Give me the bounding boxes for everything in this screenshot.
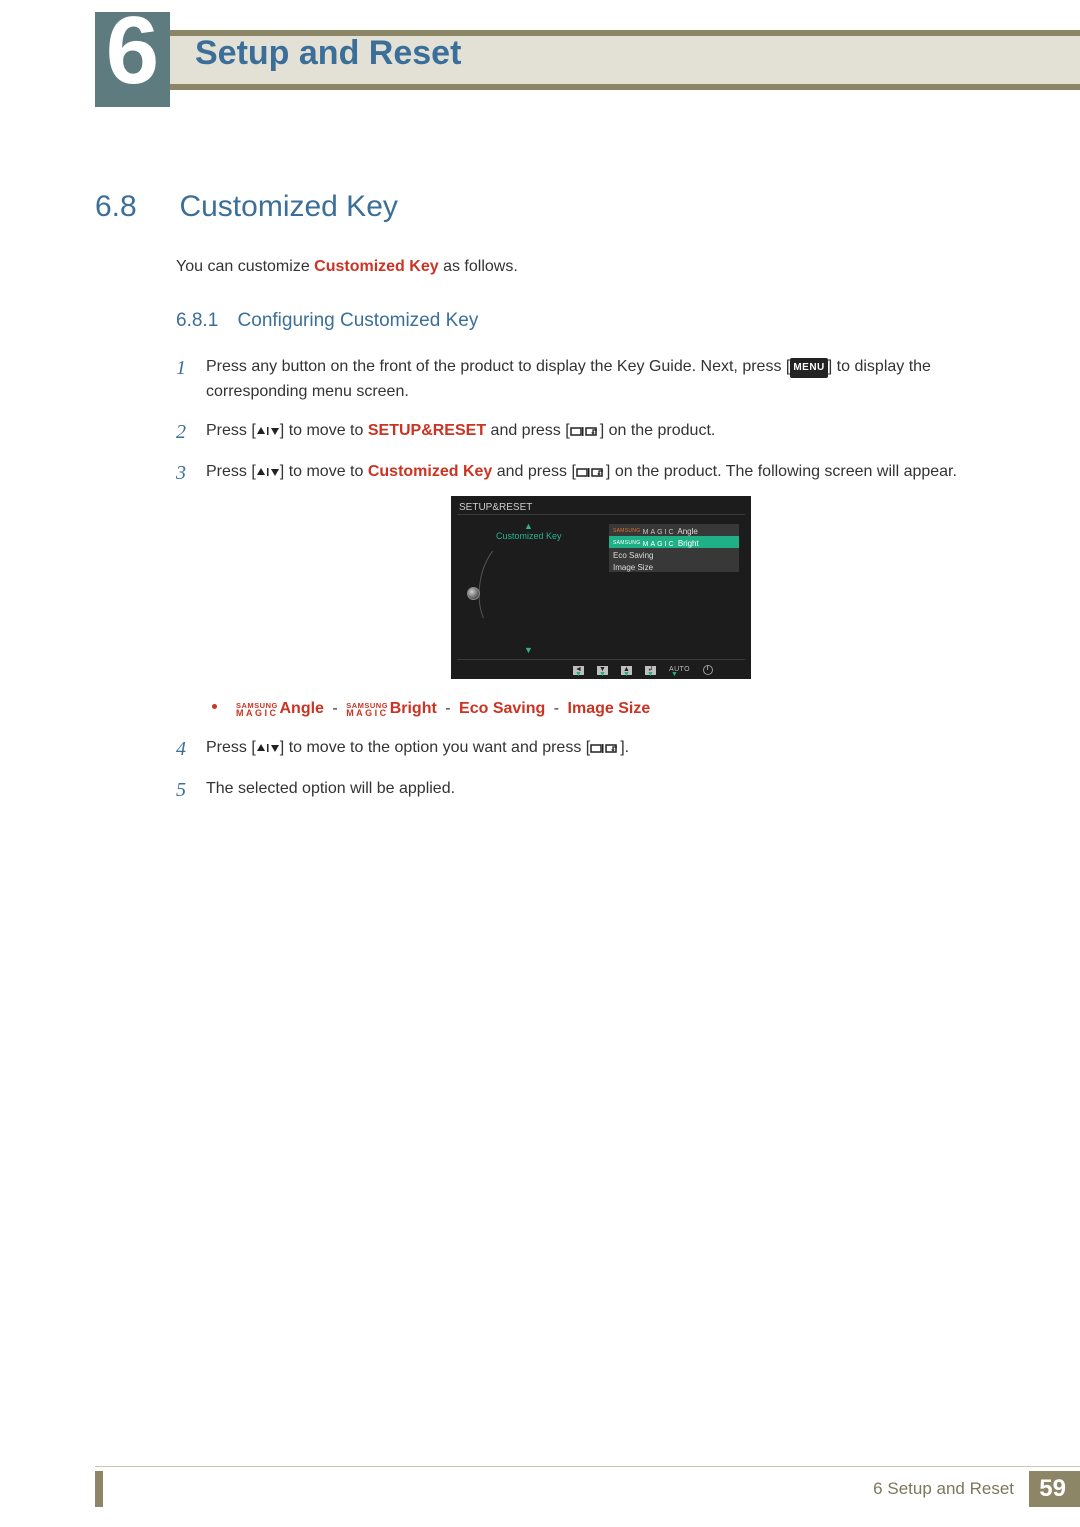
intro-paragraph: You can customize Customized Key as foll… xyxy=(176,255,996,280)
magic-prefix-angle: SAMSUNG MAGIC xyxy=(236,703,279,718)
step-2-text-d: ] on the product. xyxy=(600,422,716,439)
subsection-heading: 6.8.1 Configuring Customized Key xyxy=(176,306,996,335)
osd-jog-icon xyxy=(465,570,505,610)
menu-button-icon: MENU xyxy=(790,358,827,378)
step-4-text-b: ] to move to the option you want and pre… xyxy=(280,739,590,756)
option-image-size: Image Size xyxy=(568,700,651,717)
step-3-text-a: Press [ xyxy=(206,463,256,480)
osd-option-eco: Eco Saving xyxy=(609,548,739,560)
subsection-title: Configuring Customized Key xyxy=(238,310,479,331)
up-down-icon xyxy=(256,738,280,763)
up-down-icon xyxy=(256,421,280,446)
footer-rule xyxy=(95,1466,1080,1467)
step-2-text-a: Press [ xyxy=(206,422,256,439)
section-heading: 6.8 Customized Key xyxy=(95,190,398,224)
intro-pre: You can customize xyxy=(176,258,314,275)
magic-prefix-bright: SAMSUNG MAGIC xyxy=(346,703,389,718)
step-1: 1 Press any button on the front of the p… xyxy=(176,355,996,405)
footer-chapter-label: 6 Setup and Reset xyxy=(873,1479,1014,1499)
osd-option-size: Image Size xyxy=(609,560,739,572)
option-bright: Bright xyxy=(390,700,437,717)
osd-option-angle: SAMSUNG MAGIC Angle xyxy=(609,524,739,536)
osd-arrow-down-icon: ▼ xyxy=(524,644,533,658)
section-title: Customized Key xyxy=(179,190,397,224)
section-number: 6.8 xyxy=(95,190,175,224)
step-1-text-a: Press any button on the front of the pro… xyxy=(206,358,790,375)
step-1-number: 1 xyxy=(176,353,186,384)
step-2-target: SETUP&RESET xyxy=(368,422,486,439)
chapter-title: Setup and Reset xyxy=(195,34,461,73)
option-eco: Eco Saving xyxy=(459,700,545,717)
step-4-number: 4 xyxy=(176,734,186,765)
step-2-text-b: ] to move to xyxy=(280,422,368,439)
subsection-number: 6.8.1 xyxy=(176,310,218,331)
step-2-number: 2 xyxy=(176,417,186,448)
osd-divider xyxy=(457,514,745,515)
osd-power-icon xyxy=(703,665,713,675)
intro-bold: Customized Key xyxy=(314,258,438,275)
step-3-text-c: and press [ xyxy=(492,463,576,480)
chapter-number: 6 xyxy=(95,3,170,99)
footer-left-accent xyxy=(95,1471,103,1507)
up-down-icon xyxy=(256,462,280,487)
enter-source-icon xyxy=(570,421,600,446)
step-3-text-b: ] to move to xyxy=(280,463,368,480)
step-4: 4 Press [ ] to move to the option you wan… xyxy=(176,736,996,763)
steps-list: 1 Press any button on the front of the p… xyxy=(176,355,996,802)
step-2-text-c: and press [ xyxy=(486,422,570,439)
step-3-target: Customized Key xyxy=(368,463,492,480)
options-bullet: SAMSUNG MAGIC Angle - SAMSUNG MAGIC Brig… xyxy=(206,697,996,722)
page-number: 59 xyxy=(1029,1471,1080,1507)
osd-option-bright-selected: SAMSUNG MAGIC Bright xyxy=(609,536,739,548)
step-5: 5 The selected option will be applied. xyxy=(176,777,996,802)
osd-options-panel: SAMSUNG MAGIC Angle SAMSUNG MAGIC Bright… xyxy=(609,524,739,572)
osd-key-label: Customized Key xyxy=(496,530,562,544)
step-4-text-c: ]. xyxy=(620,739,629,756)
enter-source-icon xyxy=(590,738,620,763)
step-5-text: The selected option will be applied. xyxy=(206,780,455,797)
intro-post: as follows. xyxy=(439,258,518,275)
step-3: 3 Press [ ] to move to Customized Key and… xyxy=(176,460,996,723)
osd-divider-bottom xyxy=(457,659,745,660)
step-4-text-a: Press [ xyxy=(206,739,256,756)
osd-caret-row: ▼▼▼▼▼ xyxy=(573,670,680,681)
osd-screenshot: SETUP&RESET ▲ Customized Key ▼ SAMSUNG M… xyxy=(451,496,751,679)
step-3-text-d: ] on the product. The following screen w… xyxy=(606,463,957,480)
step-3-number: 3 xyxy=(176,458,186,489)
step-2: 2 Press [ ] to move to SETUP&RESET and pr… xyxy=(176,419,996,446)
enter-source-icon xyxy=(576,462,606,487)
content-body: You can customize Customized Key as foll… xyxy=(176,255,996,816)
step-5-number: 5 xyxy=(176,775,186,806)
option-angle: Angle xyxy=(280,700,324,717)
